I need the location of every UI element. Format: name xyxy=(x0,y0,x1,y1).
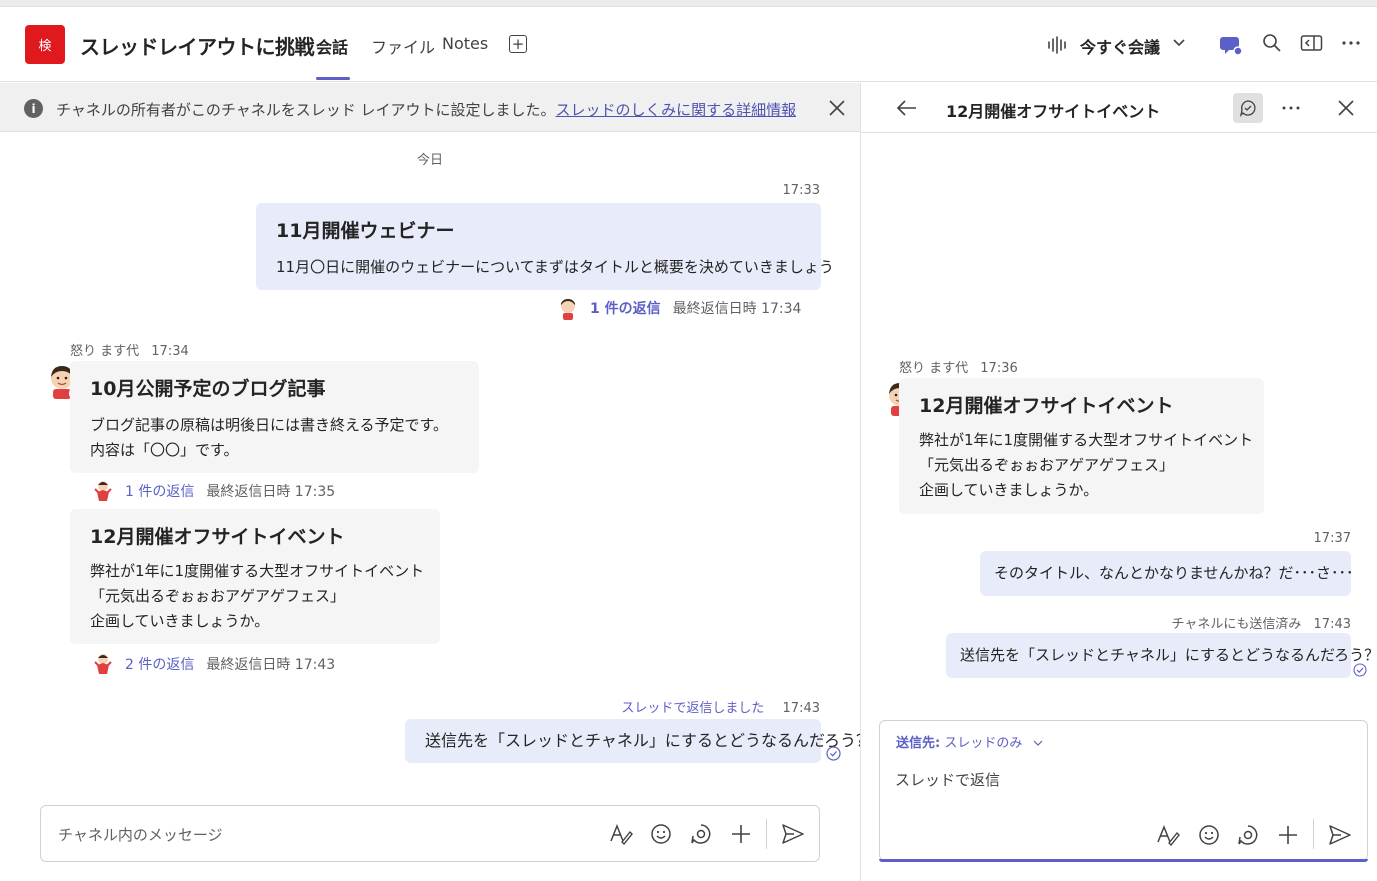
send-to-label: 送信先: xyxy=(896,736,941,751)
meet-now-button[interactable]: 今すぐ会議 xyxy=(1080,34,1160,58)
reply-input[interactable]: スレッドで返信 xyxy=(895,769,1000,790)
last-reply-time: 最終返信日時 17:34 xyxy=(672,301,802,317)
toolbar-divider xyxy=(1313,819,1314,849)
info-banner: i チャネルの所有者がこのチャネルをスレッド レイアウトに設定しました。スレッド… xyxy=(0,83,860,132)
thread-title: 12月開催オフサイトイベント xyxy=(946,102,1161,121)
loop-icon[interactable] xyxy=(1237,824,1259,846)
post-card[interactable]: 12月開催オフサイトイベント 弊社が1年に1度開催する大型オフサイトイベント 「… xyxy=(70,509,440,644)
plus-icon[interactable] xyxy=(1277,824,1299,846)
avatar xyxy=(94,481,112,501)
search-icon[interactable] xyxy=(1262,33,1282,53)
reply-timestamp: 17:43 xyxy=(1313,617,1351,632)
avatar xyxy=(561,299,575,320)
format-icon[interactable] xyxy=(1156,824,1180,846)
sent-check-icon xyxy=(1353,663,1367,677)
channel-message-composer[interactable]: チャネル内のメッセージ xyxy=(40,805,820,862)
chat-icon[interactable] xyxy=(1219,33,1243,57)
more-options-icon[interactable] xyxy=(1341,33,1361,53)
message-input[interactable]: チャネル内のメッセージ xyxy=(58,824,223,845)
post-title: 11月開催ウェビナー xyxy=(276,220,455,242)
meet-audio-icon[interactable] xyxy=(1047,36,1071,54)
chevron-down-icon xyxy=(1033,740,1042,746)
chevron-down-icon[interactable] xyxy=(1172,38,1186,48)
team-avatar[interactable]: 検 xyxy=(25,25,65,64)
chat-bubble-icon xyxy=(1239,100,1256,117)
banner-text: チャネルの所有者がこのチャネルをスレッド レイアウトに設定しました。 xyxy=(56,101,556,119)
thread-root-card[interactable]: 12月開催オフサイトイベント 弊社が1年に1度開催する大型オフサイトイベント 「… xyxy=(899,378,1264,514)
post-card[interactable]: 10月公開予定のブログ記事 ブログ記事の原稿は明後日には書き終える予定です。 内… xyxy=(70,361,479,473)
tab-notes[interactable]: Notes xyxy=(442,34,488,53)
post-timestamp: 17:43 xyxy=(782,701,820,716)
post-timestamp: 17:33 xyxy=(782,183,820,198)
reply-summary[interactable]: 1 件の返信 最終返信日時 17:35 xyxy=(91,479,335,503)
message-bubble[interactable]: 送信先を「スレッドとチャネル」にするとどうなるんだろう？ xyxy=(405,719,872,763)
post-body-line: 内容は「〇〇」です。 xyxy=(90,441,239,459)
reply-timestamp: 17:37 xyxy=(1313,531,1351,546)
reply-summary[interactable]: 1 件の返信 最終返信日時 17:34 xyxy=(556,296,801,320)
author-name[interactable]: 怒り ます代 xyxy=(70,344,139,359)
thread-toggle-button[interactable] xyxy=(1233,93,1263,123)
emoji-icon[interactable] xyxy=(1198,824,1220,846)
reply-count-link[interactable]: 1 件の返信 xyxy=(590,298,661,318)
post-body-line: 「元気出るぞぉぉおアゲアゲフェス」 xyxy=(919,456,1175,474)
thread-pane: 12月開催オフサイトイベント 怒り ます代 17:36 12月開催オフサイトイベ… xyxy=(861,83,1377,881)
reply-count-link[interactable]: 2 件の返信 xyxy=(125,654,194,674)
post-body: 11月〇日に開催のウェビナーについてまずはタイトルと概要を決めていきましょう xyxy=(276,258,834,276)
thread-header: 12月開催オフサイトイベント xyxy=(861,83,1377,133)
tab-conversations[interactable]: 会話 xyxy=(316,34,348,58)
format-icon[interactable] xyxy=(609,823,633,845)
reply-count-link[interactable]: 1 件の返信 xyxy=(125,481,194,501)
close-icon[interactable] xyxy=(828,99,846,117)
post-body-line: 企画していきましょうか。 xyxy=(919,481,1099,499)
add-tab-icon[interactable]: + xyxy=(509,35,527,53)
channel-header: 検 スレッドレイアウトに挑戦 会話 ファイル Notes + 今すぐ会議 xyxy=(0,7,1377,82)
loop-icon[interactable] xyxy=(690,823,712,845)
message-text: 送信先を「スレッドとチャネル」にするとどうなるんだろう？ xyxy=(425,731,873,750)
more-options-icon[interactable] xyxy=(1281,99,1301,117)
post-body-line: 「元気出るぞぉぉおアゲアゲフェス」 xyxy=(90,587,346,605)
last-reply-time: 最終返信日時 17:43 xyxy=(206,657,336,673)
post-timestamp: 17:34 xyxy=(151,344,189,359)
date-separator: 今日 xyxy=(416,153,443,168)
post-title: 10月公開予定のブログ記事 xyxy=(90,378,326,400)
post-card[interactable]: 11月開催ウェビナー 11月〇日に開催のウェビナーについてまずはタイトルと概要を… xyxy=(256,203,834,290)
toolbar-divider xyxy=(766,819,767,849)
channel-feed: i チャネルの所有者がこのチャネルをスレッド レイアウトに設定しました。スレッド… xyxy=(0,83,872,881)
plus-icon[interactable] xyxy=(730,823,752,845)
post-timestamp: 17:36 xyxy=(980,361,1018,376)
sent-check-icon xyxy=(826,746,841,761)
avatar xyxy=(94,654,112,674)
post-body-line: 弊社が1年に1度開催する大型オフサイトイベント xyxy=(90,562,425,580)
message-text: そのタイトル、なんとかなりませんかね？だ･･･さ･･･ xyxy=(994,564,1354,582)
post-body-line: 弊社が1年に1度開催する大型オフサイトイベント xyxy=(919,431,1254,449)
send-icon[interactable] xyxy=(781,823,805,845)
back-arrow-icon[interactable] xyxy=(896,99,918,117)
send-to-dropdown[interactable]: 送信先: スレッドのみ xyxy=(896,732,1043,751)
banner-learn-more-link[interactable]: スレッドのしくみに関する詳細情報 xyxy=(555,101,796,119)
thread-reply-composer[interactable]: 送信先: スレッドのみ スレッドで返信 xyxy=(879,720,1368,862)
info-icon: i xyxy=(24,99,43,118)
thread-reply-link[interactable]: スレッドで返信しました xyxy=(621,701,764,716)
reply-bubble[interactable]: 送信先を「スレッドとチャネル」にするとどうなるんだろう？ xyxy=(946,633,1377,678)
last-reply-time: 最終返信日時 17:35 xyxy=(206,484,336,500)
post-body-line: ブログ記事の原稿は明後日には書き終える予定です。 xyxy=(90,416,449,434)
post-body-line: 企画していきましょうか。 xyxy=(90,612,270,630)
post-title: 12月開催オフサイトイベント xyxy=(919,395,1174,417)
close-icon[interactable] xyxy=(1337,99,1355,117)
sent-to-channel-label: チャネルにも送信済み xyxy=(1171,617,1302,632)
reply-summary[interactable]: 2 件の返信 最終返信日時 17:43 xyxy=(91,652,335,676)
tab-files[interactable]: ファイル xyxy=(371,34,435,58)
active-tab-indicator xyxy=(316,77,350,80)
open-pane-icon[interactable] xyxy=(1300,33,1323,53)
reply-bubble[interactable]: そのタイトル、なんとかなりませんかね？だ･･･さ･･･ xyxy=(980,551,1354,596)
send-to-value: スレッドのみ xyxy=(944,736,1023,751)
emoji-icon[interactable] xyxy=(650,823,672,845)
channel-title: スレッドレイアウトに挑戦 xyxy=(80,35,315,59)
window-top-strip xyxy=(0,0,1377,7)
focus-indicator xyxy=(879,859,1368,862)
message-text: 送信先を「スレッドとチャネル」にするとどうなるんだろう？ xyxy=(960,646,1377,664)
author-name[interactable]: 怒り ます代 xyxy=(899,361,968,376)
post-title: 12月開催オフサイトイベント xyxy=(90,526,345,548)
send-icon[interactable] xyxy=(1328,824,1352,846)
